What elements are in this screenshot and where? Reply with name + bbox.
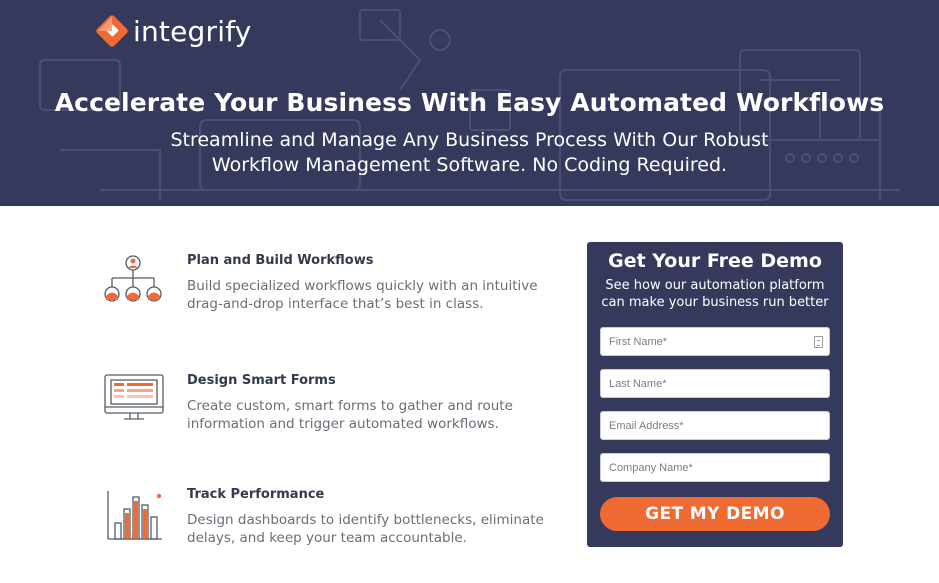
feature-description-line-1: Design dashboards to identify bottleneck… <box>187 512 544 528</box>
form-subtitle: See how our automation platform can make… <box>587 277 843 311</box>
feature-description-line-1: Build specialized workflows quickly with… <box>187 278 538 294</box>
feature-description-line-1: Create custom, smart forms to gather and… <box>187 398 513 414</box>
form-monitor-icon <box>104 374 164 420</box>
email-field[interactable] <box>600 411 830 440</box>
autofill-contact-icon[interactable] <box>814 336 823 348</box>
company-name-field[interactable] <box>600 453 830 482</box>
hero-subtitle-line-1: Streamline and Manage Any Business Proce… <box>170 129 769 151</box>
get-my-demo-button[interactable]: GET MY DEMO <box>600 497 830 531</box>
form-title: Get Your Free Demo <box>608 250 822 272</box>
feature-smart-forms: Design Smart Forms Create custom, smart … <box>100 373 560 433</box>
brand-name: integrify <box>133 14 252 48</box>
feature-title: Plan and Build Workflows <box>187 253 374 268</box>
last-name-field[interactable] <box>600 369 830 398</box>
hero-subtitle-line-2: Workflow Management Software. No Coding … <box>211 154 728 176</box>
feature-description: Create custom, smart forms to gather and… <box>187 397 547 433</box>
org-chart-icon <box>104 255 162 302</box>
feature-description-line-2: information and trigger automated workfl… <box>187 416 499 432</box>
feature-title: Design Smart Forms <box>187 373 336 388</box>
feature-plan-build: Plan and Build Workflows Build specializ… <box>100 253 560 313</box>
first-name-field[interactable] <box>600 327 830 356</box>
logo-diamond-icon <box>96 15 128 47</box>
hero-title: Accelerate Your Business With Easy Autom… <box>54 88 885 117</box>
form-subtitle-line-1: See how our automation platform <box>605 278 825 293</box>
form-subtitle-line-2: can make your business run better <box>601 295 829 310</box>
bar-chart-icon <box>107 491 162 540</box>
feature-track-performance: Track Performance Design dashboards to i… <box>100 487 560 547</box>
feature-description-line-2: drag-and-drop interface that’s best in c… <box>187 296 484 312</box>
integrify-logo[interactable]: integrify <box>95 14 252 48</box>
feature-title: Track Performance <box>187 487 325 502</box>
feature-description-line-2: delays, and keep your team accountable. <box>187 530 467 546</box>
feature-description: Build specialized workflows quickly with… <box>187 277 547 313</box>
feature-description: Design dashboards to identify bottleneck… <box>187 511 547 547</box>
demo-form-panel: Get Your Free Demo See how our automatio… <box>587 242 843 547</box>
hero-banner: integrify Accelerate Your Business With … <box>0 0 939 206</box>
hero-subtitle: Streamline and Manage Any Business Proce… <box>0 128 939 178</box>
